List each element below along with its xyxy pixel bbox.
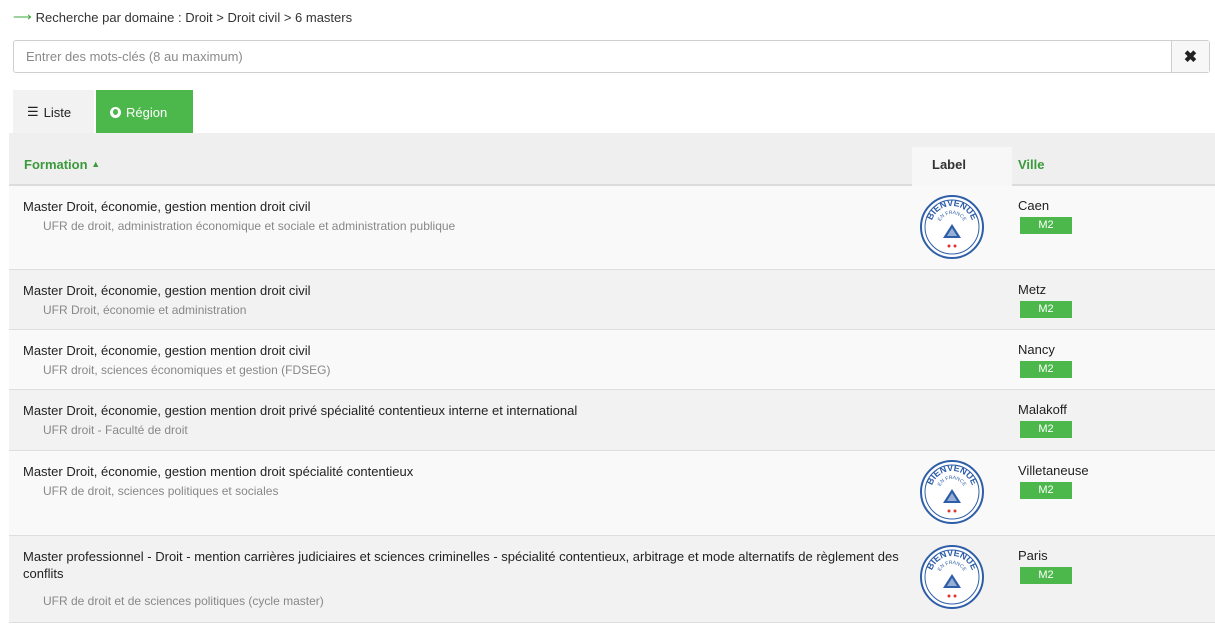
ville-column-header[interactable]: Ville [1018,157,1045,172]
city-name: Malakoff [1018,402,1067,417]
breadcrumb: ⟶ Recherche par domaine : Droit > Droit … [13,9,352,25]
formation-title[interactable]: Master Droit, économie, gestion mention … [23,282,913,299]
close-icon: ✖ [1183,48,1198,66]
etablissement-name: UFR de droit, administration économique … [43,219,456,233]
table-row[interactable]: Master Droit, économie, gestion mention … [9,390,1215,451]
view-tabs: ☰ Liste Région [13,90,193,134]
etablissement-name: UFR de droit, sciences politiques et soc… [43,484,279,498]
etablissement-name: UFR droit - Faculté de droit [43,423,188,437]
etablissement-name: UFR Droit, économie et administration [43,303,247,317]
globe-icon [110,106,121,118]
table-header: Formation ▲ Label Ville [9,133,1215,186]
city-name: Nancy [1018,342,1055,357]
level-badge: M2 [1020,567,1072,584]
formation-title[interactable]: Master Droit, économie, gestion mention … [23,342,913,359]
city-name: Metz [1018,282,1047,297]
table-row[interactable]: Master Droit, économie, gestion mention … [9,330,1215,390]
level-badge: M2 [1020,421,1072,438]
bienvenue-en-france-label-icon: BIENVENUE EN FRANCE [919,544,985,610]
level-badge: M2 [1020,482,1072,499]
etablissement-name: UFR de droit et de sciences politiques (… [43,594,324,608]
city-name: Caen [1018,198,1050,213]
formation-header-text: Formation [24,157,88,172]
formation-title[interactable]: Master Droit, économie, gestion mention … [23,198,913,215]
search-bar: ✖ [13,40,1210,73]
bienvenue-en-france-label-icon: BIENVENUE EN FRANCE [919,194,985,260]
etablissement-name: UFR droit, sciences économiques et gesti… [43,363,331,377]
formation-column-header[interactable]: Formation ▲ [24,157,100,172]
sort-ascending-icon: ▲ [91,159,101,169]
tab-liste-label: Liste [43,104,72,120]
table-row[interactable]: Master Droit, économie, gestion mention … [9,186,1215,270]
tab-region-label: Région [126,104,168,120]
tab-liste[interactable]: ☰ Liste [13,90,94,134]
table-row[interactable]: Master Droit, économie, gestion mention … [9,451,1215,536]
level-badge: M2 [1020,361,1072,378]
city-name: Paris [1018,548,1048,563]
list-icon: ☰ [27,104,39,119]
results-table: Formation ▲ Label Ville Master Droit, éc… [9,133,1215,623]
clear-search-button[interactable]: ✖ [1171,41,1209,72]
tab-region[interactable]: Région [96,90,193,134]
formation-title[interactable]: Master Droit, économie, gestion mention … [23,402,913,419]
city-name: Villetaneuse [1018,463,1089,478]
bienvenue-en-france-label-icon: BIENVENUE EN FRANCE [919,459,985,525]
table-row[interactable]: Master professionnel - Droit - mention c… [9,536,1215,623]
breadcrumb-text: Recherche par domaine : Droit > Droit ci… [35,9,353,25]
table-body: Master Droit, économie, gestion mention … [9,186,1215,623]
formation-title[interactable]: Master professionnel - Droit - mention c… [23,548,913,582]
table-row[interactable]: Master Droit, économie, gestion mention … [9,270,1215,330]
level-badge: M2 [1020,301,1072,318]
search-input[interactable] [14,41,1171,72]
formation-title[interactable]: Master Droit, économie, gestion mention … [23,463,913,480]
level-badge: M2 [1020,217,1072,234]
label-column-header: Label [932,157,966,172]
arrow-right-icon: ⟶ [13,9,32,24]
